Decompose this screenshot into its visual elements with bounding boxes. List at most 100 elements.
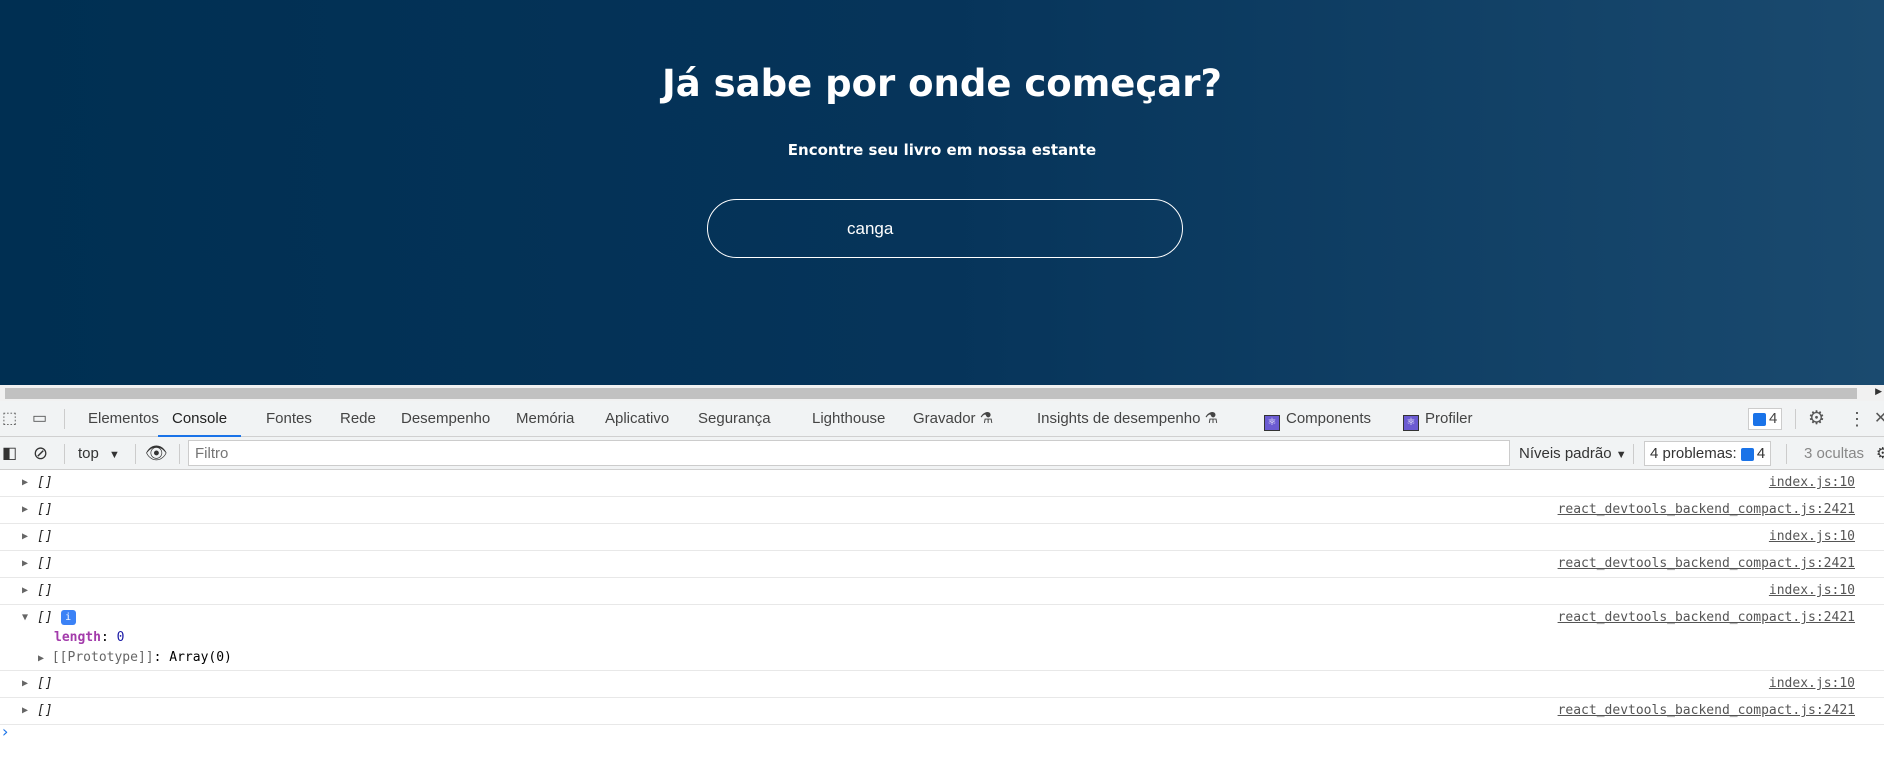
tab-gravador[interactable]: Gravador ⚗ xyxy=(913,401,993,437)
inspect-element-icon[interactable]: ⬚ xyxy=(2,401,17,437)
value-text: [] xyxy=(37,583,53,598)
console-prompt[interactable]: › xyxy=(2,722,8,741)
info-icon[interactable]: i xyxy=(60,610,76,625)
tab-desempenho[interactable]: Desempenho xyxy=(401,401,490,437)
device-toolbar-icon[interactable]: ▭ xyxy=(32,401,47,437)
logged-value[interactable]: [] xyxy=(37,671,53,697)
tab-components[interactable]: ⚛ Components xyxy=(1264,401,1371,437)
console-message[interactable]: ▶ [] index.js:10 xyxy=(0,524,1884,551)
prototype-property[interactable]: ▶ [[Prototype]]: Array(0) xyxy=(38,645,232,672)
problems-label: 4 problemas: xyxy=(1650,445,1737,462)
tab-console[interactable]: Console xyxy=(158,401,242,437)
logged-value[interactable]: [] xyxy=(37,578,53,604)
tab-aplicativo[interactable]: Aplicativo xyxy=(605,401,669,437)
logged-value[interactable]: [] xyxy=(37,470,53,496)
tab-memoria[interactable]: Memória xyxy=(516,401,574,437)
console-message[interactable]: ▶ [] index.js:10 xyxy=(0,671,1884,698)
scroll-right-icon[interactable]: ▶ xyxy=(1875,387,1882,397)
tab-label: Gravador xyxy=(913,410,976,427)
search-input[interactable] xyxy=(707,199,1183,258)
expand-triangle-icon[interactable]: ▶ xyxy=(22,470,28,496)
tab-label: Profiler xyxy=(1425,410,1473,427)
log-levels-dropdown[interactable]: Níveis padrão ▼ xyxy=(1519,437,1627,472)
message-icon xyxy=(1740,447,1754,461)
expand-triangle-icon[interactable]: ▶ xyxy=(22,551,28,577)
scrollbar-thumb[interactable] xyxy=(5,388,1857,399)
issues-count: 4 xyxy=(1769,410,1778,427)
problems-count: 4 xyxy=(1756,445,1766,462)
value-text: [] xyxy=(37,502,53,517)
console-message[interactable]: ▶ [] index.js:10 xyxy=(0,578,1884,605)
levels-label: Níveis padrão xyxy=(1519,445,1612,462)
flask-icon: ⚗ xyxy=(1204,410,1219,427)
problems-button[interactable]: 4 problemas: 4 xyxy=(1644,441,1772,466)
source-link[interactable]: index.js:10 xyxy=(1769,524,1855,550)
source-link[interactable]: react_devtools_backend_compact.js:2421 xyxy=(1558,698,1855,724)
flask-icon: ⚗ xyxy=(979,410,994,427)
property-key: [[Prototype]] xyxy=(51,650,154,665)
console-message[interactable]: ▶ [] index.js:10 xyxy=(0,470,1884,497)
source-link[interactable]: react_devtools_backend_compact.js:2421 xyxy=(1558,497,1855,523)
context-value: top xyxy=(78,445,99,462)
tab-elementos[interactable]: Elementos xyxy=(88,401,159,437)
logged-value[interactable]: [] xyxy=(37,698,53,724)
tab-label: Components xyxy=(1286,410,1372,427)
react-icon: ⚛ xyxy=(1264,415,1280,431)
value-text: [] xyxy=(37,475,53,490)
source-link[interactable]: react_devtools_backend_compact.js:2421 xyxy=(1558,605,1855,631)
source-link[interactable]: react_devtools_backend_compact.js:2421 xyxy=(1558,551,1855,577)
tab-seguranca[interactable]: Segurança xyxy=(698,401,771,437)
divider xyxy=(64,444,65,464)
property-value: Array(0) xyxy=(169,650,232,665)
issues-button[interactable]: 4 xyxy=(1748,408,1783,430)
console-message[interactable]: ▶ [] react_devtools_backend_compact.js:2… xyxy=(0,497,1884,524)
expand-triangle-icon[interactable]: ▶ xyxy=(22,497,28,523)
source-link[interactable]: index.js:10 xyxy=(1769,671,1855,697)
react-icon: ⚛ xyxy=(1403,415,1419,431)
filter-input[interactable] xyxy=(188,440,1510,466)
console-message[interactable]: ▶ [] react_devtools_backend_compact.js:2… xyxy=(0,551,1884,578)
logged-value[interactable]: [] xyxy=(37,497,53,523)
page-title: Já sabe por onde começar? xyxy=(662,62,1222,105)
console-output: ▶ [] index.js:10 ▶ [] react_devtools_back… xyxy=(0,470,1884,725)
tab-fontes[interactable]: Fontes xyxy=(266,401,312,437)
property-value: 0 xyxy=(116,630,125,645)
tab-rede[interactable]: Rede xyxy=(340,401,376,437)
logged-value[interactable]: [] xyxy=(37,551,53,577)
dropdown-arrow-icon: ▼ xyxy=(109,449,120,461)
clear-console-icon[interactable]: ⊘ xyxy=(33,437,48,470)
tab-label: Insights de desempenho xyxy=(1037,410,1201,427)
close-icon[interactable]: ✕ xyxy=(1874,401,1884,437)
context-selector[interactable]: top ▼ xyxy=(78,437,120,472)
live-expression-eye-icon[interactable]: 👁 xyxy=(145,437,168,470)
value-text: [] xyxy=(37,676,53,691)
gear-icon[interactable]: ⚙ xyxy=(1808,401,1825,437)
source-link[interactable]: index.js:10 xyxy=(1769,470,1855,496)
tab-profiler[interactable]: ⚛ Profiler xyxy=(1403,401,1473,437)
collapse-triangle-icon[interactable]: ▼ xyxy=(22,605,28,631)
divider xyxy=(135,444,136,464)
tab-insights[interactable]: Insights de desempenho ⚗ xyxy=(1037,401,1218,437)
expand-triangle-icon[interactable]: ▶ xyxy=(38,653,44,664)
dropdown-arrow-icon: ▼ xyxy=(1615,449,1627,461)
expand-triangle-icon[interactable]: ▶ xyxy=(22,524,28,550)
expand-triangle-icon[interactable]: ▶ xyxy=(22,671,28,697)
more-vert-icon[interactable]: ⋮ xyxy=(1848,401,1866,437)
expand-triangle-icon[interactable]: ▶ xyxy=(22,698,28,724)
sidebar-toggle-icon[interactable]: ◧ xyxy=(2,437,17,470)
expand-triangle-icon[interactable]: ▶ xyxy=(22,578,28,604)
logged-value[interactable]: [] xyxy=(37,524,53,550)
settings-icon[interactable]: ⚙ xyxy=(1876,437,1884,470)
hidden-count: 3 ocultas xyxy=(1804,445,1865,462)
devtools-tabbar: ⬚ ▭ Elementos Console Fontes Rede Desemp… xyxy=(0,401,1884,437)
tab-lighthouse[interactable]: Lighthouse xyxy=(812,401,885,437)
horizontal-scrollbar[interactable]: ▶ xyxy=(0,385,1884,401)
divider xyxy=(1786,444,1787,464)
value-text: [] xyxy=(37,610,53,625)
value-text: [] xyxy=(37,703,53,718)
source-link[interactable]: index.js:10 xyxy=(1769,578,1855,604)
console-message[interactable]: ▶ [] react_devtools_backend_compact.js:2… xyxy=(0,698,1884,725)
console-message[interactable]: ▼ [] i react_devtools_backend_compact.js:… xyxy=(0,605,1884,671)
divider xyxy=(1795,409,1796,429)
value-text: [] xyxy=(37,556,53,571)
